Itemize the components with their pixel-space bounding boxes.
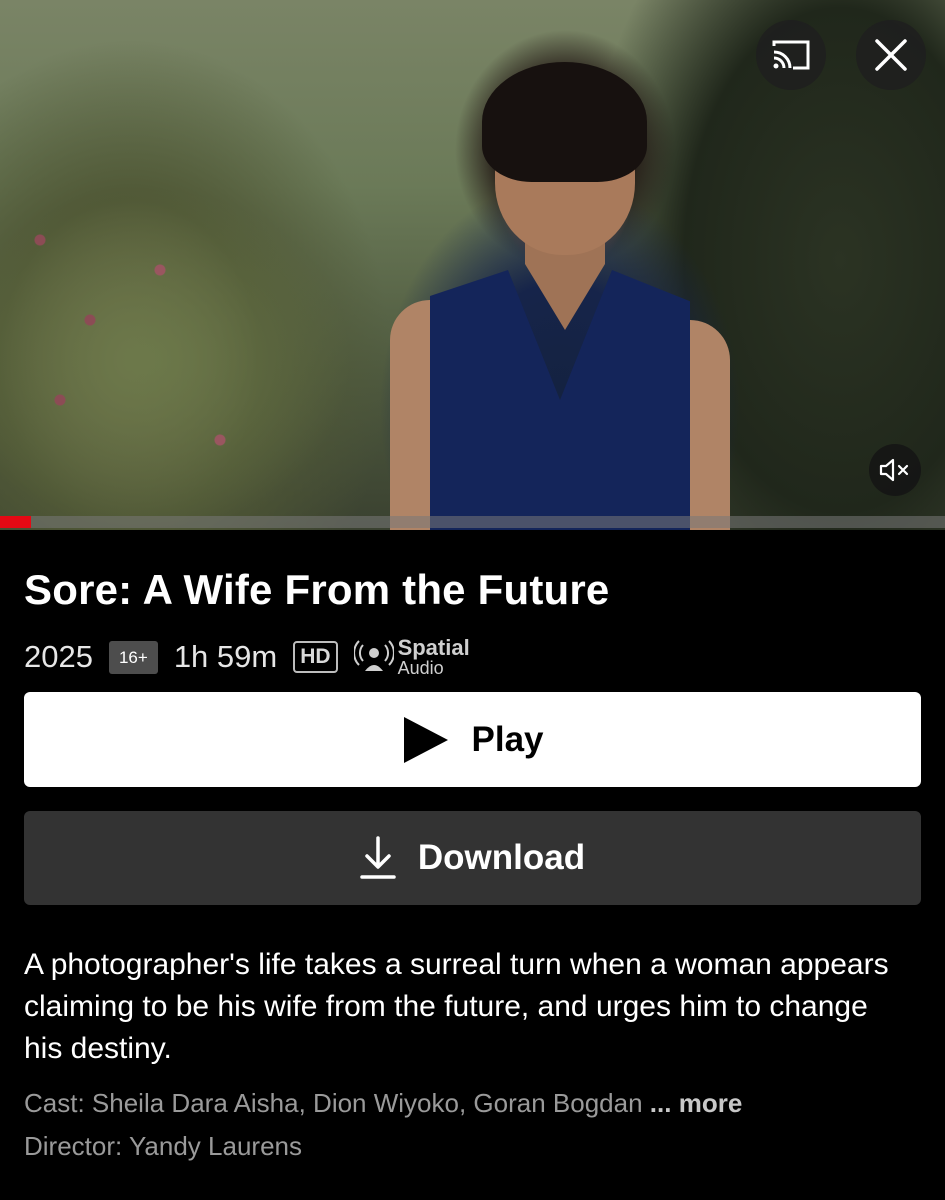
- runtime: 1h 59m: [173, 639, 278, 674]
- director-name: Yandy Laurens: [129, 1131, 302, 1161]
- spatial-audio-badge: Spatial Audio: [353, 635, 470, 678]
- download-label: Download: [417, 838, 586, 877]
- cast-names: Sheila Dara Aisha, Dion Wiyoko, Goran Bo…: [91, 1088, 643, 1118]
- title-metadata: 2025 16+ 1h 59m HD Spatial Audio: [24, 634, 470, 680]
- release-year: 2025: [24, 639, 93, 674]
- spatial-audio-icon: [353, 640, 394, 671]
- download-icon: [360, 836, 396, 879]
- cast-prefix: Cast:: [24, 1088, 85, 1118]
- synopsis: A photographer's life takes a surreal tu…: [24, 948, 889, 1065]
- download-button[interactable]: Download: [24, 811, 921, 905]
- cast-line: Cast: Sheila Dara Aisha, Dion Wiyoko, Go…: [24, 1088, 742, 1119]
- close-button[interactable]: [856, 20, 926, 90]
- cast-icon: [772, 40, 810, 70]
- mute-toggle-button[interactable]: [869, 444, 921, 496]
- hero-foliage: [0, 180, 420, 530]
- spatial-audio-sublabel: Audio: [397, 658, 444, 678]
- preview-progress-fill: [0, 516, 32, 528]
- cast-ellipsis: ...: [649, 1088, 672, 1118]
- hero-figure-hair: [482, 62, 647, 182]
- maturity-rating-badge: 16+: [108, 640, 158, 674]
- cast-more-link[interactable]: more: [679, 1088, 743, 1118]
- director-prefix: Director:: [24, 1131, 123, 1161]
- play-icon: [403, 716, 448, 763]
- play-label: Play: [471, 719, 544, 759]
- page-title: Sore: A Wife From the Future: [24, 566, 610, 613]
- hd-badge: HD: [293, 641, 338, 673]
- play-button[interactable]: Play: [24, 692, 921, 787]
- spatial-audio-label: Spatial: [397, 635, 470, 660]
- volume-muted-icon: [879, 458, 909, 482]
- close-icon: [875, 39, 907, 71]
- preview-progress-bar[interactable]: [0, 516, 945, 528]
- cast-button[interactable]: [756, 20, 826, 90]
- hero-preview[interactable]: [0, 0, 945, 530]
- director-line: Director: Yandy Laurens: [24, 1131, 302, 1162]
